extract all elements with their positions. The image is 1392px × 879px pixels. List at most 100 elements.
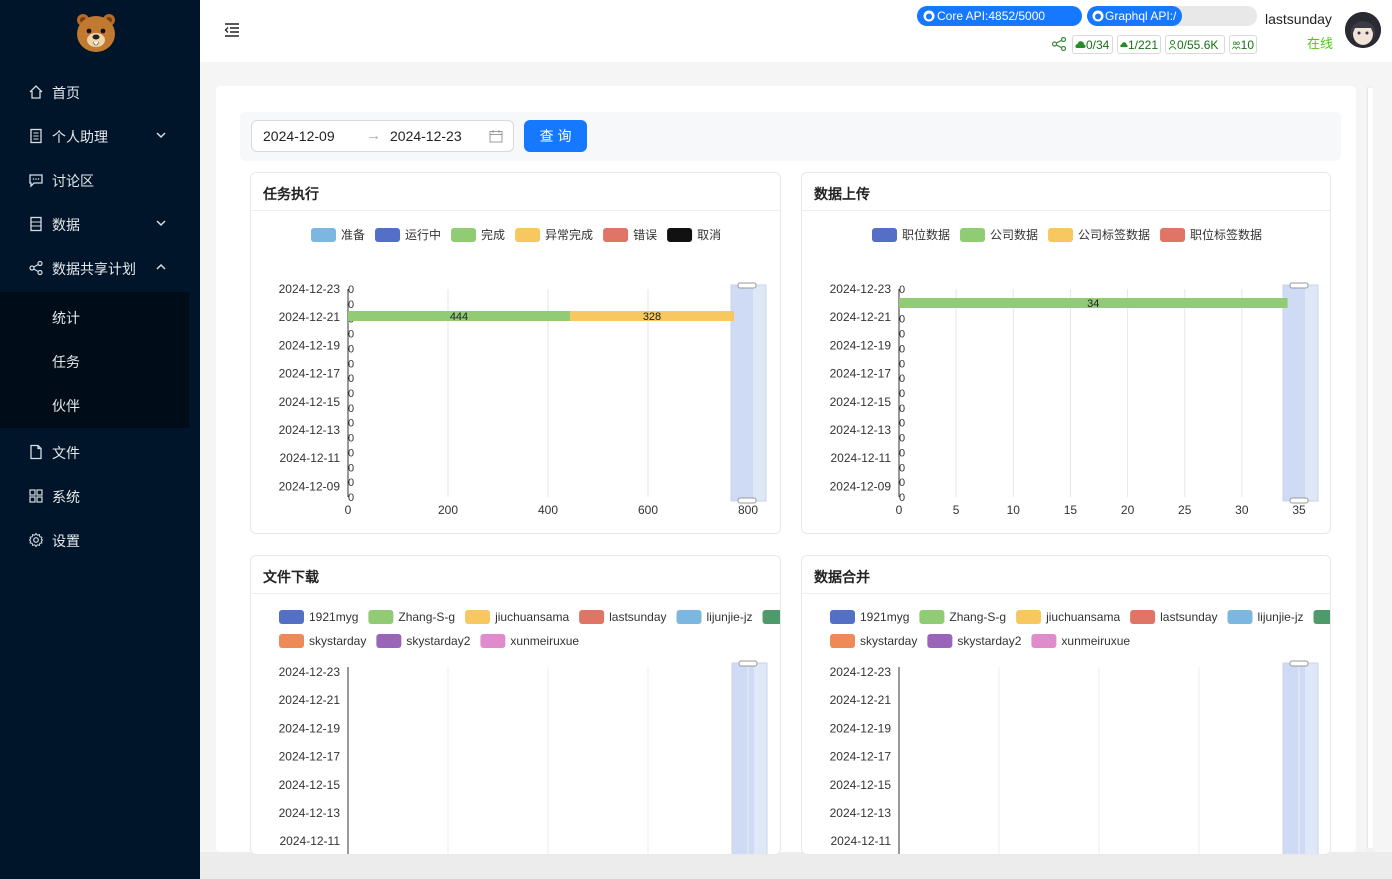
zero-label: 0 xyxy=(899,343,905,355)
sidebar-item-settings[interactable]: 设置 xyxy=(0,518,189,562)
zero-label: 0 xyxy=(348,284,354,296)
sidebar-item-label: 个人助理 xyxy=(52,129,108,145)
sidebar-item-assistant[interactable]: 个人助理 xyxy=(0,114,189,158)
sidebar-item-label: 文件 xyxy=(52,445,80,461)
y-tick-label: 2024-12-11 xyxy=(280,451,341,465)
submenu-item-tasks[interactable]: 任务 xyxy=(52,352,80,372)
menu-fold-icon[interactable] xyxy=(224,23,240,37)
y-tick-label: 2024-12-17 xyxy=(830,367,892,381)
y-tick-label: 2024-12-15 xyxy=(279,395,341,409)
zero-label: 0 xyxy=(348,403,354,415)
zero-label: 0 xyxy=(348,299,354,311)
sidebar-item-discussion[interactable]: 讨论区 xyxy=(0,158,189,202)
zero-label: 0 xyxy=(899,447,905,459)
end-date-input[interactable]: 2024-12-23 xyxy=(390,128,462,144)
legend-swatch xyxy=(1031,634,1057,648)
sidebar-item-data[interactable]: 数据 xyxy=(0,202,189,246)
x-tick-label: 800 xyxy=(738,503,758,517)
task-chart: 准备 运行中 完成 异常完成 错误 取消 2024-12-23 2024-12-21 2024-… xyxy=(279,227,767,517)
task-chart-panel: 任务执行 准备 运行中 完成 异常完成 错误 取消 2024-12-23 2024-12-21… xyxy=(250,172,781,534)
zoom-slider-handle xyxy=(737,282,757,289)
stat-person-text: 0/55.6K xyxy=(1177,37,1219,52)
legend-swatch xyxy=(375,228,401,242)
zoom-slider-range xyxy=(1283,663,1305,854)
legend-swatch xyxy=(872,228,897,242)
merge-chart-panel: 数据合并 1921myg Zhang-S-g jiuchuansama lastsun… xyxy=(801,555,1331,855)
calendar-icon[interactable] xyxy=(489,129,503,143)
zero-label: 0 xyxy=(348,492,354,504)
zero-label: 0 xyxy=(348,418,354,430)
bar-label: 328 xyxy=(643,311,661,323)
x-tick-label: 5 xyxy=(953,503,960,517)
sidebar-item-files[interactable]: 文件 xyxy=(0,430,189,474)
avatar-image-icon xyxy=(1345,12,1381,48)
username[interactable]: lastsunday xyxy=(1265,11,1332,27)
legend-swatch xyxy=(1130,610,1156,624)
avatar[interactable] xyxy=(1345,12,1381,48)
sidebar-item-label: 数据 xyxy=(52,217,80,233)
submenu-data-share: 统计 任务 伙伴 xyxy=(0,292,189,428)
legend-label: skystarday2 xyxy=(957,634,1021,648)
y-tick-label: 2024-12-13 xyxy=(279,423,341,437)
zoom-slider-handle xyxy=(1289,497,1309,504)
y-tick-label: 2024-12-15 xyxy=(830,778,892,792)
download-chart: 1921myg Zhang-S-g jiuchuansama lastsunday li… xyxy=(279,610,780,854)
sidebar-item-system[interactable]: 系统 xyxy=(0,474,189,518)
x-tick-label: 20 xyxy=(1121,503,1135,517)
legend-swatch xyxy=(1227,610,1253,624)
legend-swatch xyxy=(1048,228,1074,242)
legend-swatch xyxy=(480,634,506,648)
zero-label: 0 xyxy=(348,329,354,341)
core-api-badge[interactable]: Core API:4852/5000 xyxy=(917,6,1082,26)
stat-person-box: 0/55.6K xyxy=(1165,35,1225,54)
scrollbar-thumb[interactable] xyxy=(1367,88,1373,848)
share-icon xyxy=(29,260,43,276)
legend-label: Zhang-S-g xyxy=(398,610,455,624)
legend-label: 职位数据 xyxy=(902,227,950,242)
zero-label: 0 xyxy=(348,388,354,400)
legend-label: jiuchuansama xyxy=(1045,610,1120,624)
database-icon xyxy=(30,216,42,232)
legend-label: 公司标签数据 xyxy=(1078,227,1150,242)
stat-team-box: 10 xyxy=(1229,35,1257,54)
y-tick-label: 2024-12-09 xyxy=(830,479,892,493)
share-icon[interactable] xyxy=(1051,37,1067,51)
legend-swatch xyxy=(1160,228,1186,242)
y-tick-label: 2024-12-15 xyxy=(279,778,341,792)
y-tick-label: 2024-12-21 xyxy=(830,693,892,707)
graphql-api-badge[interactable]: Graphql API:/ xyxy=(1087,6,1257,26)
sidebar-item-data-share[interactable]: 数据共享计划 xyxy=(0,246,189,290)
merge-chart: 1921myg Zhang-S-g jiuchuansama lastsunday li… xyxy=(830,610,1330,854)
bear-logo-icon[interactable] xyxy=(74,10,118,54)
submenu-item-partners[interactable]: 伙伴 xyxy=(52,396,80,416)
y-tick-label: 2024-12-21 xyxy=(279,310,341,324)
zero-label: 0 xyxy=(899,358,905,370)
legend-swatch xyxy=(919,610,945,624)
legend-swatch xyxy=(579,610,605,624)
sidebar-item-label: 首页 xyxy=(52,85,80,101)
date-range-picker[interactable]: 2024-12-09 → 2024-12-23 xyxy=(251,120,514,152)
y-tick-label: 2024-12-17 xyxy=(279,750,341,764)
sidebar-item-home[interactable]: 首页 xyxy=(0,70,189,114)
query-button[interactable]: 查询 xyxy=(524,120,587,152)
grid-icon xyxy=(29,489,43,503)
zero-label: 0 xyxy=(348,358,354,370)
legend-label: 1921myg xyxy=(860,610,909,624)
legend-label: skystarday xyxy=(860,634,917,648)
legend-label: Zhang-S-g xyxy=(949,610,1006,624)
y-tick-label: 2024-12-19 xyxy=(279,338,341,352)
legend-swatch xyxy=(515,228,541,242)
legend-swatch xyxy=(830,634,855,648)
home-icon xyxy=(29,85,43,99)
legend-label: 1921myg xyxy=(309,610,358,624)
zero-label: 0 xyxy=(348,462,354,474)
legend-swatch xyxy=(279,634,304,648)
legend-swatch xyxy=(603,228,629,242)
legend-label: lijunjie-jz xyxy=(1258,610,1304,624)
y-tick-label: 2024-12-19 xyxy=(830,338,892,352)
submenu-item-statistics[interactable]: 统计 xyxy=(52,308,80,328)
legend-swatch xyxy=(368,610,394,624)
start-date-input[interactable]: 2024-12-09 xyxy=(263,128,335,144)
zero-label: 0 xyxy=(348,477,354,489)
sidebar-item-label: 设置 xyxy=(52,533,80,549)
